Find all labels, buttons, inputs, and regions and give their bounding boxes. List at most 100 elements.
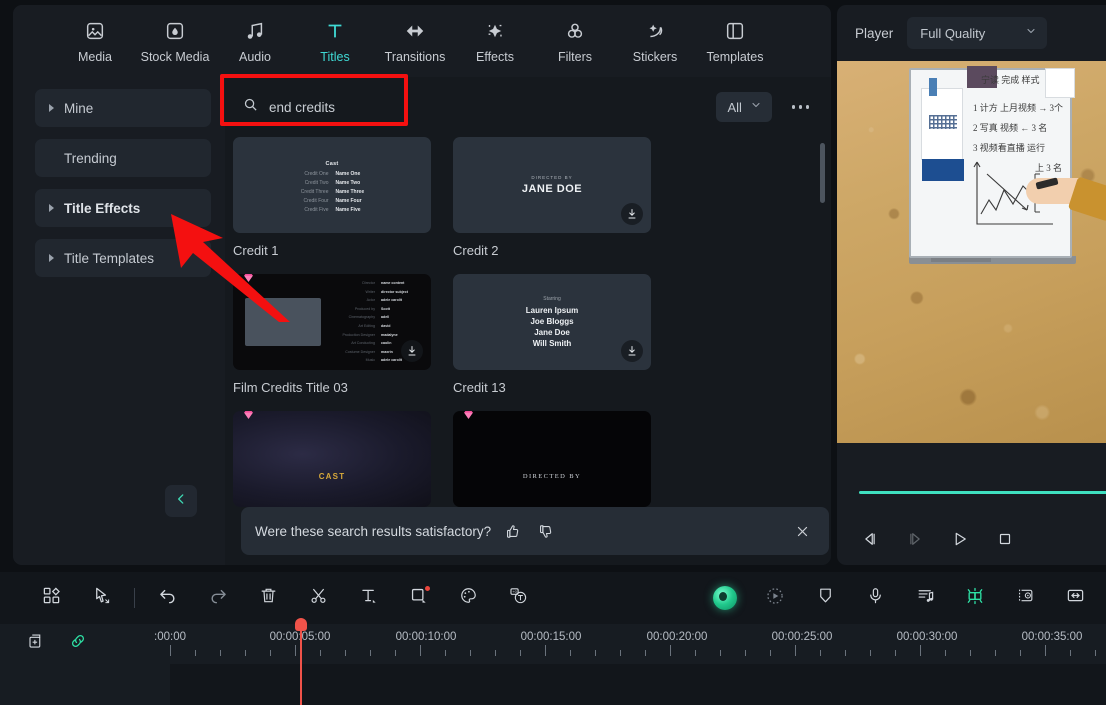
sidebar-item-title-templates[interactable]: Title Templates (35, 239, 211, 277)
preview-row-left: Music (331, 356, 381, 365)
playback-progress-bar[interactable] (859, 491, 1106, 494)
audio-detach-button[interactable] (900, 578, 950, 618)
nav-label: Titles (320, 50, 349, 64)
more-dot (806, 105, 810, 109)
result-thumbnail[interactable]: Starring Lauren Ipsum Joe Bloggs Jane Do… (453, 274, 651, 370)
video-preview[interactable]: 宁读 完成 样式 1 计方 上月视频 → 3个 2 写真 视频 ← 3 名 3 … (837, 61, 1106, 443)
nav-item-filters[interactable]: Filters (535, 18, 615, 64)
nav-item-audio[interactable]: Audio (215, 18, 295, 64)
nav-label: Stickers (633, 50, 677, 64)
ruler-tick (545, 645, 546, 656)
player-panel: Player Full Quality 宁读 完成 样式 1 计方 上月视频 →… (837, 5, 1106, 565)
text-tool-button[interactable] (343, 578, 393, 618)
mask-button[interactable] (800, 578, 850, 618)
player-controls (859, 528, 1016, 550)
whiteboard-tray (931, 258, 991, 262)
quality-dropdown[interactable]: Full Quality (907, 17, 1047, 49)
sidebar-item-trending[interactable]: Trending (35, 139, 211, 177)
filter-dropdown[interactable]: All (716, 92, 772, 122)
ruler-tick (495, 650, 496, 656)
nav-item-transitions[interactable]: Transitions (375, 18, 455, 64)
keyframe-button[interactable] (950, 578, 1000, 618)
filter-value: All (728, 100, 742, 115)
ruler-tick-label: 00:00:25:00 (772, 631, 833, 643)
link-clips-button[interactable] (64, 629, 92, 657)
download-button[interactable] (401, 340, 423, 362)
timeline-playhead[interactable] (300, 624, 302, 705)
more-options-button[interactable] (786, 99, 816, 115)
preview-row-right: Name Two (336, 179, 392, 188)
auto-reframe-button[interactable] (750, 578, 800, 618)
nav-item-templates[interactable]: Templates (695, 18, 775, 64)
nav-item-stickers[interactable]: Stickers (615, 18, 695, 64)
sidebar-item-mine[interactable]: Mine (35, 89, 211, 127)
download-button[interactable] (621, 340, 643, 362)
crop-button[interactable] (393, 578, 443, 618)
result-card[interactable]: DIRECTED BY JANE DOE Credit 2 (453, 137, 651, 258)
results-scrollbar[interactable] (820, 143, 825, 203)
chevron-down-icon (1025, 24, 1037, 42)
templates-grid-button[interactable] (26, 578, 76, 618)
scissors-icon (309, 586, 328, 610)
result-card[interactable]: CAST (233, 411, 431, 517)
ruler-tick (320, 650, 321, 656)
speed-text-icon: +0 (509, 586, 528, 610)
player-footer (837, 443, 1106, 565)
premium-gem-icon (459, 411, 477, 423)
preview-name: Joe Bloggs (530, 316, 573, 327)
timeline-ruler[interactable]: :00:00 00:00:05:00 00:00:10:00 00:00:15:… (170, 624, 1106, 664)
timeline-ruler-controls (22, 629, 92, 657)
result-thumbnail[interactable]: CAST (233, 411, 431, 507)
preview-row: Produced by Scott (331, 305, 421, 314)
result-card[interactable]: DIRECTED BY (453, 411, 651, 517)
preview-row: Credit Four Name Four (273, 197, 391, 206)
redo-button[interactable] (193, 578, 243, 618)
preview-row: Production Designer madalyne (331, 331, 421, 340)
result-card[interactable]: Cast Credit One Name One Credit Two Name… (233, 137, 431, 258)
previous-frame-button[interactable] (859, 528, 881, 550)
stop-button[interactable] (994, 528, 1016, 550)
more-dot (799, 105, 803, 109)
snapshot-icon (1016, 586, 1035, 610)
nav-item-stock-media[interactable]: Stock Media (135, 18, 215, 64)
thumbs-up-icon[interactable] (501, 520, 524, 543)
ruler-tick (995, 650, 996, 656)
nav-item-titles[interactable]: Titles (295, 18, 375, 64)
play-button[interactable] (949, 528, 971, 550)
result-card[interactable]: Starring Lauren Ipsum Joe Bloggs Jane Do… (453, 274, 651, 395)
note-blue-card (922, 159, 964, 181)
color-button[interactable] (443, 578, 493, 618)
split-button[interactable] (293, 578, 343, 618)
nav-item-media[interactable]: Media (55, 18, 135, 64)
preview-row-right: david (381, 322, 421, 331)
speed-button[interactable]: +0 (493, 578, 543, 618)
search-input[interactable]: end credits (243, 88, 716, 126)
result-thumbnail[interactable]: DIRECTED BY JANE DOE (453, 137, 651, 233)
audio-note-icon (244, 18, 266, 44)
timeline-tools-right (700, 578, 1106, 618)
timeline-tracks[interactable] (0, 664, 1106, 705)
select-tool-button[interactable] (76, 578, 126, 618)
result-thumbnail[interactable]: Director name content Writer director su… (233, 274, 431, 370)
result-thumbnail[interactable]: DIRECTED BY (453, 411, 651, 507)
result-thumbnail[interactable]: Cast Credit One Name One Credit Two Name… (233, 137, 431, 233)
download-button[interactable] (621, 203, 643, 225)
ai-tools-button[interactable] (700, 578, 750, 618)
delete-button[interactable] (243, 578, 293, 618)
add-track-button[interactable] (22, 629, 50, 657)
ruler-tick-label: 00:00:20:00 (647, 631, 708, 643)
nav-item-effects[interactable]: Effects (455, 18, 535, 64)
result-card[interactable]: Director name content Writer director su… (233, 274, 431, 395)
ruler-tick (295, 645, 296, 656)
snapshot-button[interactable] (1000, 578, 1050, 618)
undo-button[interactable] (143, 578, 193, 618)
thumbs-down-icon[interactable] (534, 520, 557, 543)
next-frame-button[interactable] (904, 528, 926, 550)
record-voiceover-button[interactable] (850, 578, 900, 618)
fit-timeline-button[interactable] (1050, 578, 1100, 618)
close-icon[interactable] (792, 521, 813, 542)
preview-heading: Cast (325, 161, 338, 167)
sidebar-item-label: Mine (64, 101, 93, 116)
sidebar-item-title-effects[interactable]: Title Effects (35, 189, 211, 227)
sidebar-collapse-button[interactable] (165, 485, 197, 517)
